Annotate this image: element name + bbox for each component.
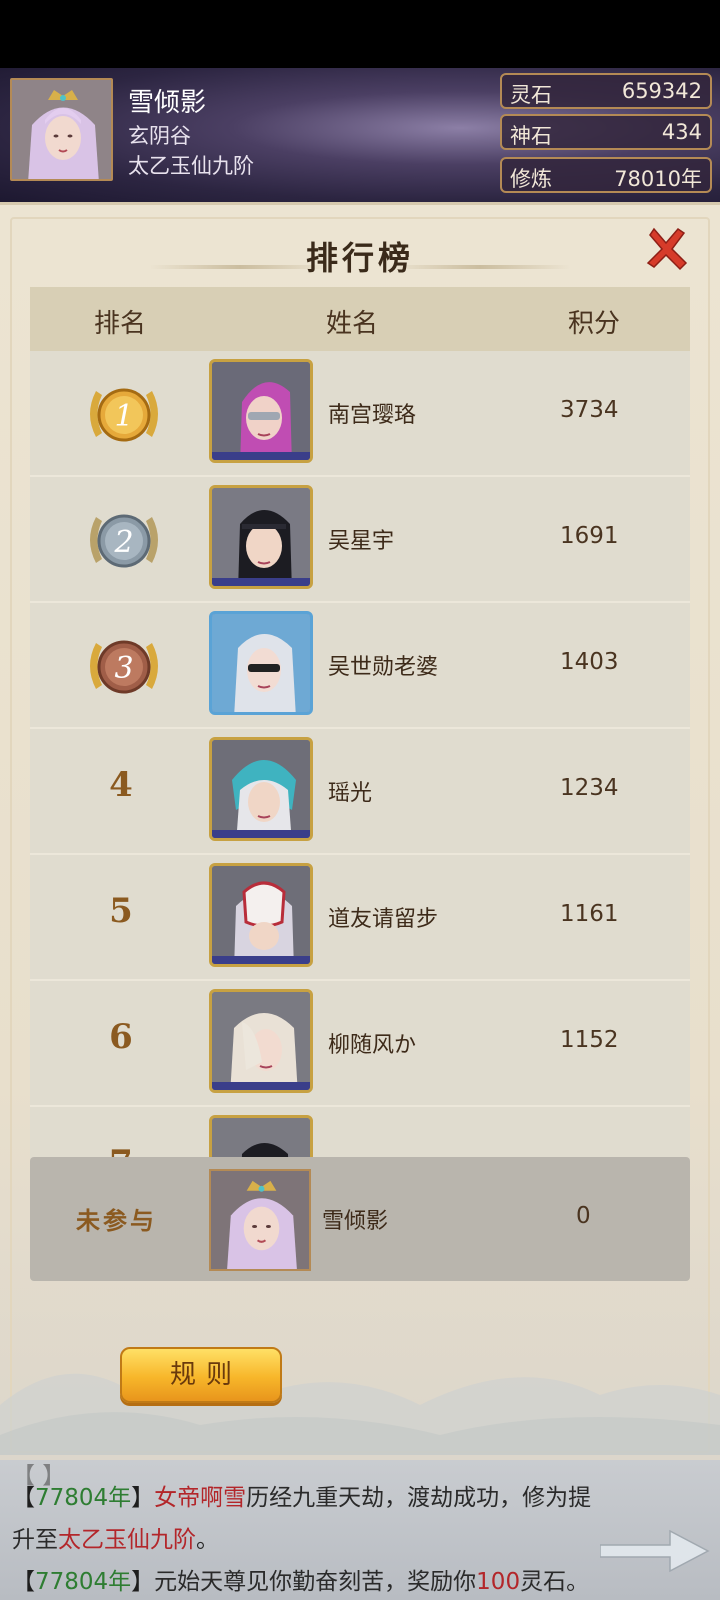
resource-label: 灵石 xyxy=(510,83,552,107)
log-amount: 100 xyxy=(476,1569,521,1595)
player-avatar xyxy=(209,989,313,1093)
log-text: 。 xyxy=(196,1527,219,1553)
log-text: 灵石。 xyxy=(520,1569,590,1595)
log-text: 历经九重天劫，渡劫成功，修为提 xyxy=(246,1485,592,1511)
my-avatar xyxy=(209,1169,311,1271)
svg-text:3: 3 xyxy=(114,651,133,686)
player-name: 雪倾影 xyxy=(128,88,207,118)
log-year: 77804年 xyxy=(35,1485,132,1511)
portrait-icon xyxy=(212,866,310,964)
column-header-score: 积分 xyxy=(568,309,621,339)
player-score: 3734 xyxy=(560,397,619,423)
my-rank-bar: 未参与 雪倾影 0 xyxy=(30,1157,690,1281)
status-bar xyxy=(0,0,720,68)
portrait-icon xyxy=(212,992,310,1090)
log-text: 元始天尊见你勤奋刻苦，奖励你 xyxy=(154,1569,477,1595)
ranking-row[interactable]: 6 柳随风か 1152 xyxy=(30,981,690,1107)
avatar-portrait-icon xyxy=(12,80,111,179)
player-score: 1691 xyxy=(560,523,619,549)
resource-value: 659342 xyxy=(621,79,702,103)
next-arrow-icon[interactable] xyxy=(600,1525,710,1575)
my-name: 雪倾影 xyxy=(322,1209,389,1234)
portrait-icon xyxy=(212,362,310,460)
panel-title: 排行榜 xyxy=(305,239,414,277)
ranking-row[interactable]: 1 南宫璎珞 3734 xyxy=(30,351,690,477)
ranking-row[interactable]: 5 道友请留步 1161 xyxy=(30,855,690,981)
silver-medal-icon: 2 xyxy=(90,514,158,568)
close-x-icon xyxy=(646,227,688,271)
portrait-icon xyxy=(212,1118,310,1159)
portrait-icon xyxy=(211,1171,309,1269)
player-avatar xyxy=(209,1115,313,1159)
player-name: 吴世勋老婆 xyxy=(328,655,439,680)
ranking-row[interactable]: 2 吴星宇 1691 xyxy=(30,477,690,603)
player-header: 雪倾影 玄阴谷 太乙玉仙九阶 灵石 659342 神石 434 修炼 78010… xyxy=(0,68,720,202)
log-realm: 太乙玉仙九阶 xyxy=(58,1527,196,1553)
resource-value: 434 xyxy=(661,120,702,144)
resource-divine-stone: 神石 434 xyxy=(500,114,712,150)
player-score: 1234 xyxy=(560,775,619,801)
player-score: 1403 xyxy=(560,649,619,675)
log-line: 【77804年】女帝啊雪历经九重天劫，渡劫成功，修为提 xyxy=(12,1485,592,1511)
ranking-panel: 排行榜 排名 姓名 积分 1 南宫璎珞 3734 2 吴星宇 1691 3 吴世… xyxy=(0,202,720,1460)
rank-number: 4 xyxy=(109,765,133,805)
log-year: 77804年 xyxy=(35,1569,132,1595)
my-score: 0 xyxy=(576,1203,591,1229)
log-text: 升至 xyxy=(12,1527,58,1553)
player-avatar xyxy=(209,737,313,841)
gold-medal-icon: 1 xyxy=(90,388,158,442)
resource-label: 修炼 xyxy=(510,167,552,191)
portrait-icon xyxy=(212,614,310,712)
player-avatar xyxy=(209,611,313,715)
portrait-icon xyxy=(212,740,310,838)
rules-button[interactable]: 规则 xyxy=(120,1347,282,1403)
landscape-decoration xyxy=(0,1367,720,1455)
my-rank-status: 未参与 xyxy=(76,1206,157,1235)
player-name: 柳随风か xyxy=(328,1033,417,1058)
svg-text:1: 1 xyxy=(114,399,133,434)
bronze-medal-icon: 3 xyxy=(90,640,158,694)
ranking-row[interactable]: 4 瑶光 1234 xyxy=(30,729,690,855)
ranking-row[interactable]: 3 吴世勋老婆 1403 xyxy=(30,603,690,729)
resource-spirit-stone: 灵石 659342 xyxy=(500,73,712,109)
ranking-row[interactable]: 7 xyxy=(30,1107,690,1159)
player-avatar xyxy=(209,485,313,589)
player-avatar[interactable] xyxy=(10,78,113,181)
log-line: 【77804年】元始天尊见你勤奋刻苦，奖励你100灵石。 xyxy=(12,1569,590,1595)
player-name: 瑶光 xyxy=(328,781,373,806)
column-header-rank: 排名 xyxy=(94,309,147,339)
portrait-icon xyxy=(212,488,310,586)
player-score: 1161 xyxy=(560,901,619,927)
player-realm: 太乙玉仙九阶 xyxy=(128,154,254,178)
player-score: 1152 xyxy=(560,1027,619,1053)
ranking-list[interactable]: 1 南宫璎珞 3734 2 吴星宇 1691 3 吴世勋老婆 1403 4 瑶光… xyxy=(30,351,690,1159)
resource-cultivation: 修炼 78010年 xyxy=(500,157,712,193)
resource-value: 78010年 xyxy=(614,167,702,191)
resource-label: 神石 xyxy=(510,124,552,148)
close-button[interactable] xyxy=(642,225,690,273)
player-name: 南宫璎珞 xyxy=(328,403,417,428)
rank-number: 5 xyxy=(109,891,133,931)
player-name: 道友请留步 xyxy=(328,907,439,932)
rank-number: 6 xyxy=(109,1017,133,1057)
column-header-name: 姓名 xyxy=(326,309,379,339)
player-name: 吴星宇 xyxy=(328,529,395,554)
table-header: 排名 姓名 积分 xyxy=(30,287,690,351)
player-sect: 玄阴谷 xyxy=(128,124,191,148)
log-player: 女帝啊雪 xyxy=(154,1485,247,1511)
player-avatar xyxy=(209,863,313,967)
svg-text:2: 2 xyxy=(113,525,133,560)
player-avatar xyxy=(209,359,313,463)
log-line: 升至太乙玉仙九阶。 xyxy=(12,1520,219,1554)
